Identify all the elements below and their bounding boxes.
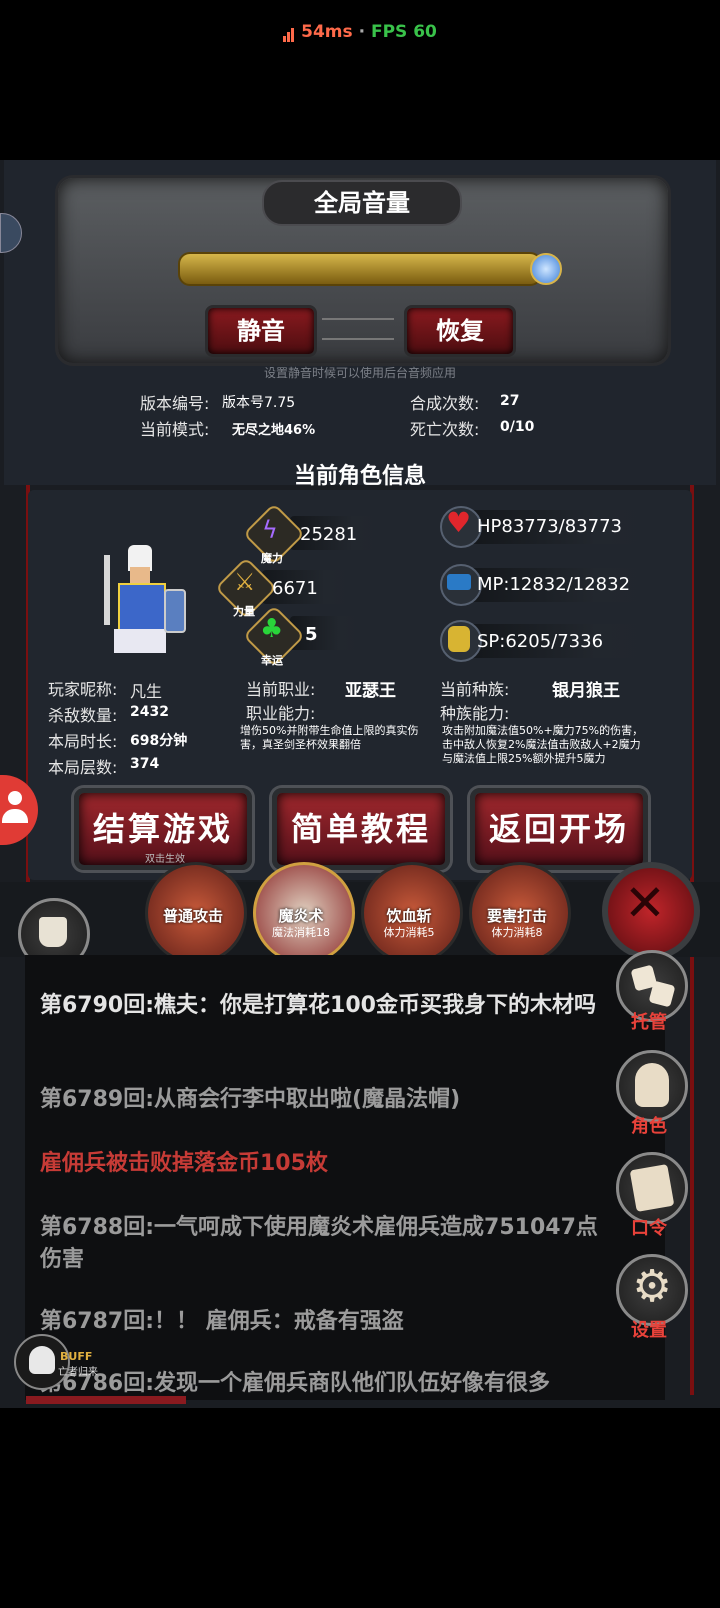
ping-text: 54ms xyxy=(301,22,353,42)
restore-button[interactable]: 恢复 xyxy=(404,305,516,357)
close-icon: ✕ xyxy=(624,874,666,932)
mute-button[interactable]: 静音 xyxy=(205,305,317,357)
floor-value: 374 xyxy=(130,756,160,772)
signal-icon xyxy=(283,22,295,42)
hp-value: HP83773/83773 xyxy=(477,516,622,537)
kills-value: 2432 xyxy=(130,704,169,720)
nickname-value: 凡生 xyxy=(130,682,163,701)
class-ability-label: 职业能力: xyxy=(246,704,316,723)
log-line: 第6787回:！！ 雇佣兵：戒备有强盗 xyxy=(40,1309,404,1334)
gear-icon: ⚙ xyxy=(632,1261,672,1312)
volume-slider-knob[interactable] xyxy=(530,253,562,285)
race-label: 当前种族: xyxy=(440,680,510,699)
fps-text: FPS 60 xyxy=(370,22,437,42)
bottom-black-area xyxy=(0,1408,720,1608)
race-ability-text: 攻击附加魔法值50%+魔力75%的伤害，击中敌人恢复2%魔法值击败敌人+2魔力与… xyxy=(442,724,644,765)
sp-value: SP:6205/7336 xyxy=(477,631,604,652)
craft-value: 27 xyxy=(500,393,520,409)
network-indicator: 54ms · FPS 60 xyxy=(0,22,720,42)
kills-label: 杀敌数量: xyxy=(48,706,118,725)
return-start-button[interactable]: 返回开场 xyxy=(470,788,648,870)
skill-cost: 体力消耗5 xyxy=(383,926,435,939)
class-ability-text: 增伤50%并附带生命值上限的真实伤害，真圣剑圣杯效果翻倍 xyxy=(240,724,419,751)
time-label: 本局时长: xyxy=(48,732,118,751)
buff-sub-label: 亡者归来 xyxy=(58,1367,98,1378)
character-section-title: 当前角色信息 xyxy=(293,464,426,489)
scroll-icon xyxy=(629,1164,675,1212)
time-value: 698分钟 xyxy=(130,733,188,749)
skill-name: 普通攻击 xyxy=(162,907,223,925)
log-line: 雇佣兵被击败掉落金币105枚 xyxy=(40,1151,328,1176)
log-line: 第6788回:一气呵成下使用魔炎术雇佣兵造成751047点伤害 xyxy=(40,1215,598,1272)
version-label: 版本编号: xyxy=(140,394,210,413)
nickname-label: 玩家昵称: xyxy=(48,680,118,699)
death-label: 死亡次数: xyxy=(410,420,480,439)
skill-name: 魔炎术 xyxy=(278,907,324,925)
skill-name: 饮血斩 xyxy=(386,907,432,925)
strength-value: 6671 xyxy=(272,578,318,599)
magic-label: 魔力 xyxy=(261,552,283,565)
skill-cost: 体力消耗8 xyxy=(491,926,543,939)
race-value: 银月狼王 xyxy=(552,681,620,701)
shop-bag-icon xyxy=(39,917,67,947)
version-value: 版本号7.75 xyxy=(222,395,296,411)
class-label: 当前职业: xyxy=(246,680,316,699)
hooded-figure-icon xyxy=(635,1063,669,1107)
mp-value: MP:12832/12832 xyxy=(477,574,631,595)
progress-strip xyxy=(26,1396,186,1404)
password-label: 口令 xyxy=(631,1218,667,1239)
user-icon xyxy=(8,791,22,805)
luck-value: 5 xyxy=(305,624,318,645)
skill-cost: 魔法消耗18 xyxy=(272,926,330,939)
luck-label: 幸运 xyxy=(261,654,283,667)
log-line: 第6786回:发现一个雇佣兵商队他们队伍好像有很多 xyxy=(40,1371,551,1396)
skill-name: 要害打击 xyxy=(486,907,547,925)
strength-label: 力量 xyxy=(233,605,255,618)
character-sprite xyxy=(104,545,186,655)
floor-label: 本局层数: xyxy=(48,758,118,777)
character-label: 角色 xyxy=(631,1116,667,1137)
auto-label: 托管 xyxy=(631,1012,667,1033)
close-button[interactable]: ✕ xyxy=(602,862,700,960)
volume-slider[interactable] xyxy=(178,252,542,286)
log-line: 第6790回:樵夫：你是打算花100金币买我身下的木材吗 xyxy=(40,993,596,1018)
mute-hint: 设置静音时候可以使用后台音频应用 xyxy=(263,366,456,380)
volume-title: 全局音量 xyxy=(262,180,462,226)
mode-label: 当前模式: xyxy=(140,420,210,439)
magic-value: 25281 xyxy=(300,524,358,545)
craft-label: 合成次数: xyxy=(410,394,480,413)
divider-ornament xyxy=(322,318,394,340)
death-value: 0/10 xyxy=(500,419,535,435)
buff-label: BUFF xyxy=(60,1350,93,1363)
log-line: 第6789回:从商会行李中取出啦(魔晶法帽) xyxy=(40,1087,461,1112)
race-ability-label: 种族能力: xyxy=(440,704,510,723)
class-value: 亚瑟王 xyxy=(345,681,396,701)
tutorial-button[interactable]: 简单教程 xyxy=(272,788,450,870)
settings-label: 设置 xyxy=(631,1320,667,1341)
mode-value: 无尽之地46% xyxy=(232,423,316,438)
